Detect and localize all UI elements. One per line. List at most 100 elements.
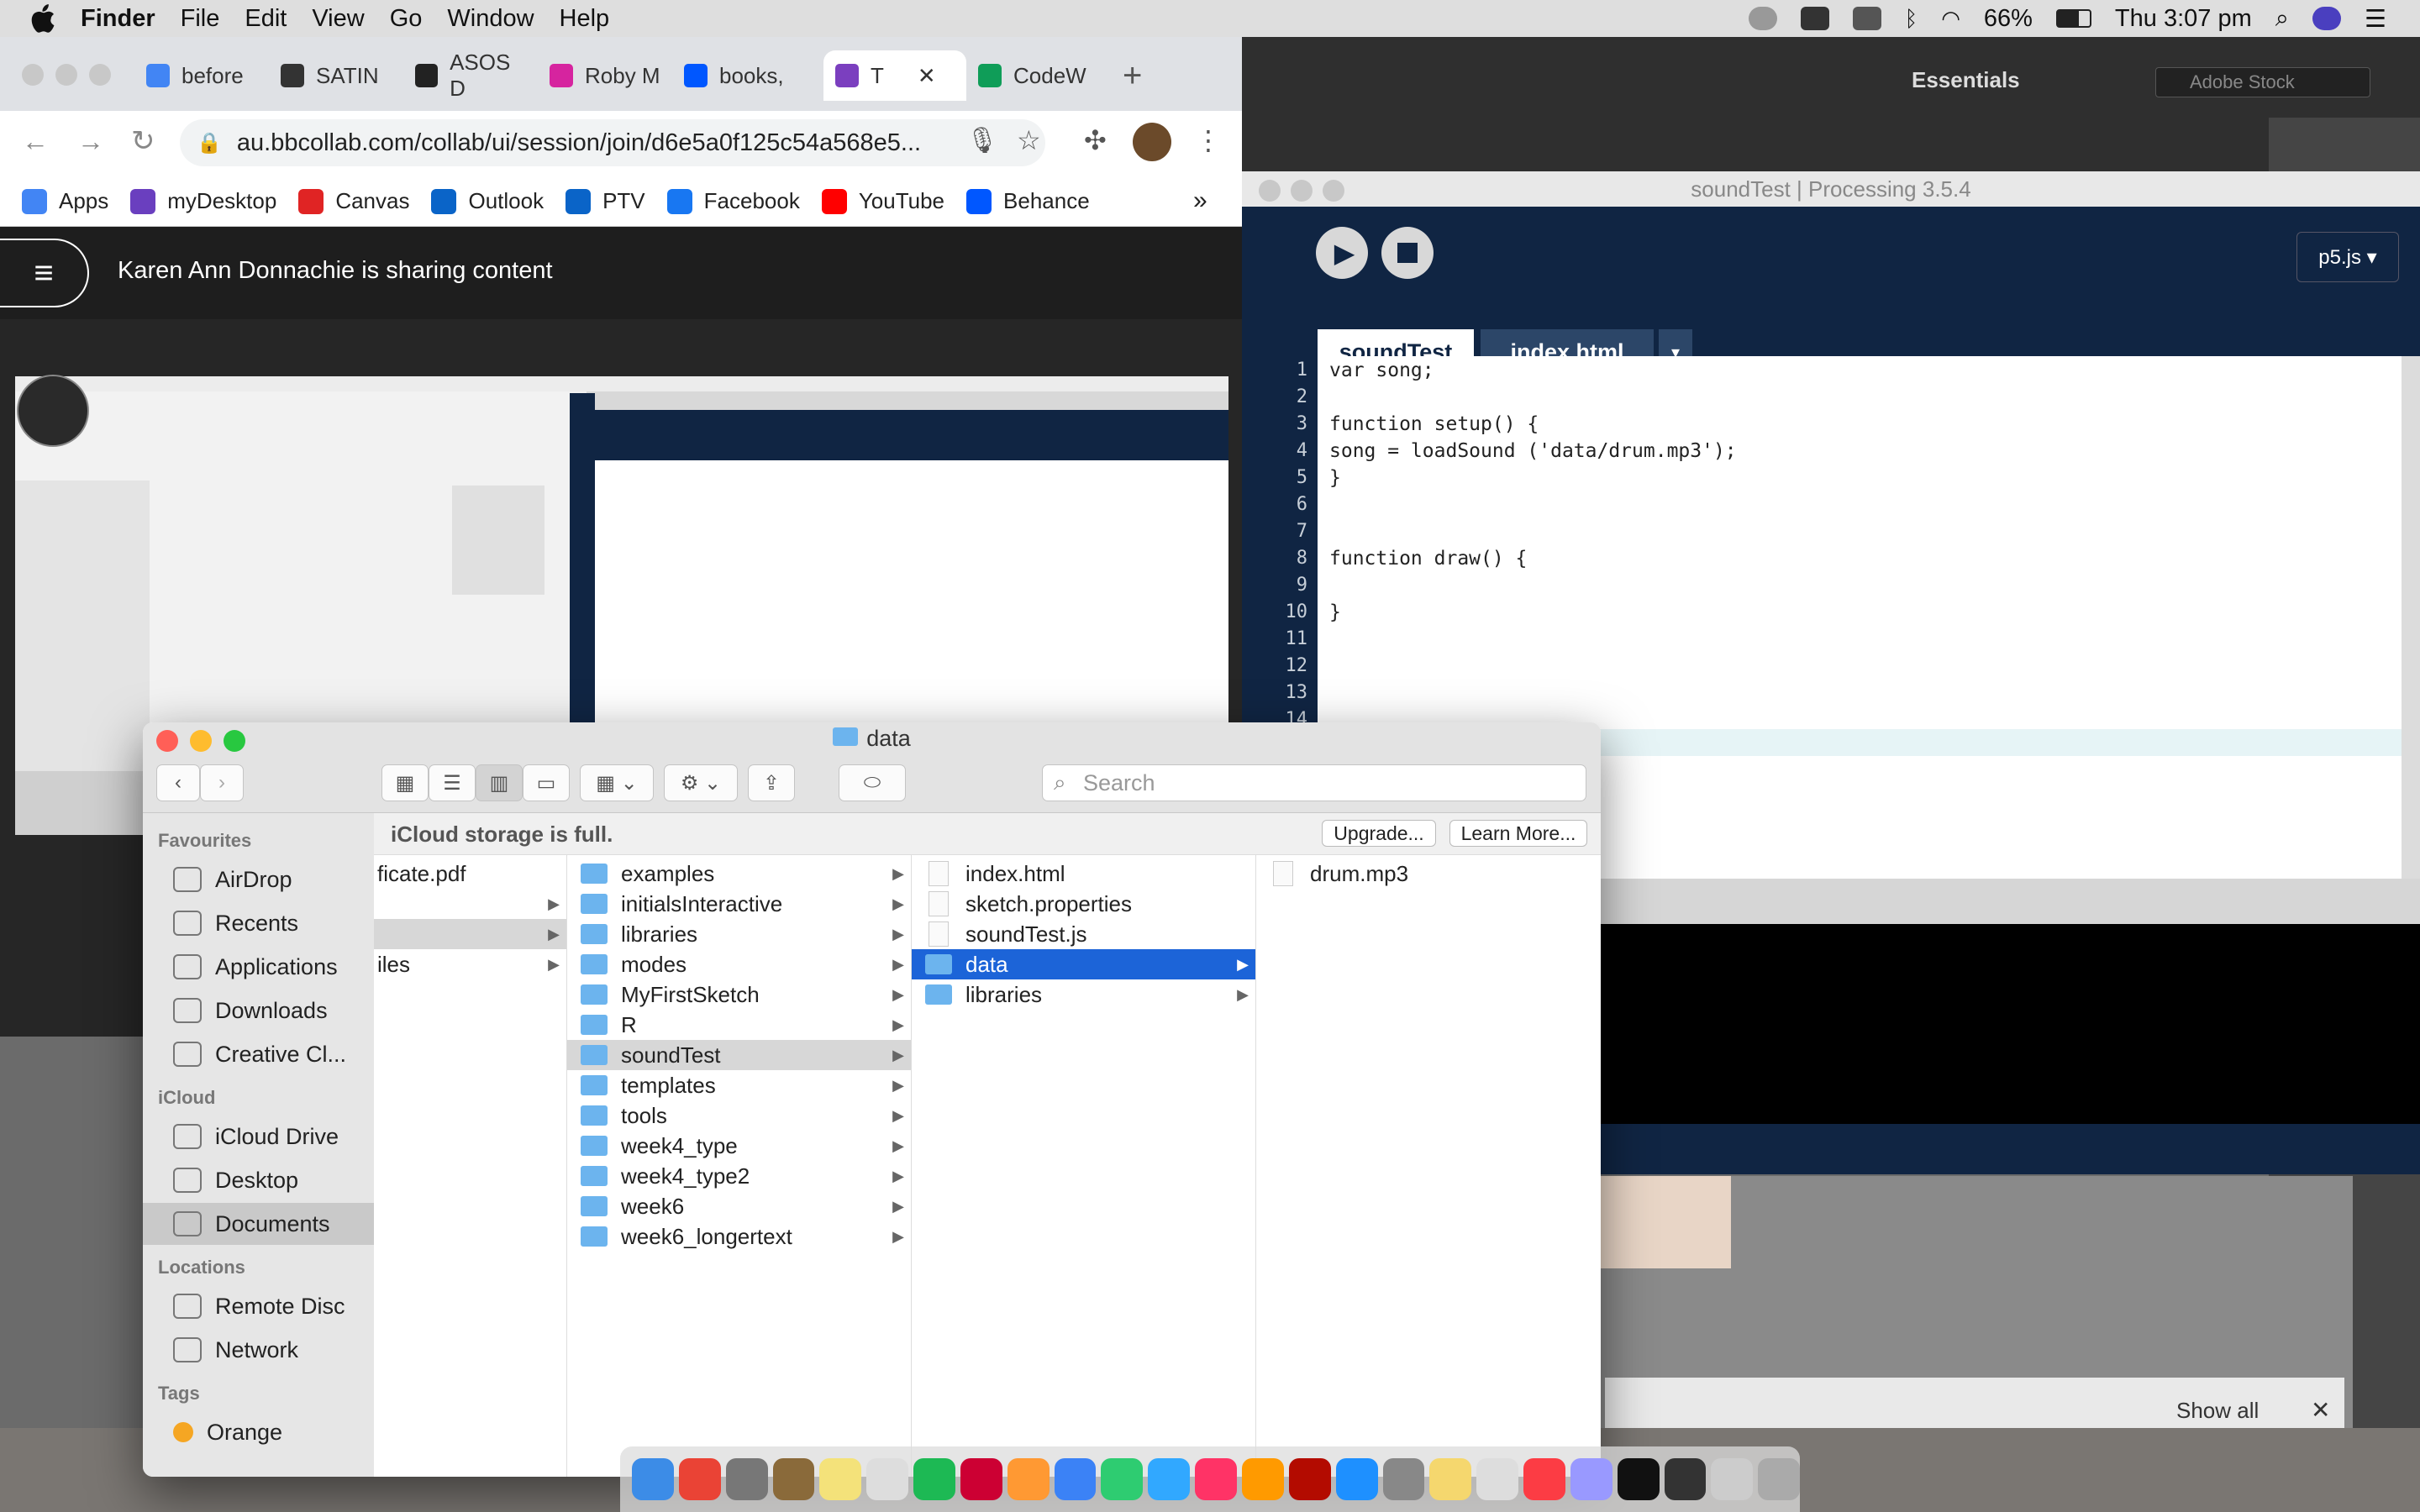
dock-app-icon[interactable] bbox=[725, 1458, 768, 1500]
folder-row[interactable]: examples ▶ bbox=[567, 858, 911, 889]
folder-row[interactable]: tools ▶ bbox=[567, 1100, 911, 1131]
dock-app-icon[interactable] bbox=[1711, 1458, 1754, 1500]
list-view-button[interactable]: ☰ bbox=[429, 764, 476, 801]
battery-icon[interactable] bbox=[2055, 9, 2091, 28]
bluetooth-icon[interactable]: ᛒ bbox=[1905, 6, 1918, 32]
tab-5[interactable]: T ✕ bbox=[823, 50, 966, 101]
apple-icon[interactable] bbox=[30, 4, 55, 33]
bookmark-item[interactable]: PTV bbox=[566, 188, 645, 214]
dock-app-icon[interactable] bbox=[1758, 1458, 1801, 1500]
tab-6[interactable]: CodeW bbox=[966, 50, 1092, 101]
forward-icon[interactable]: → bbox=[77, 126, 104, 157]
new-tab-button[interactable]: + bbox=[1123, 57, 1142, 95]
folder-row[interactable]: R ▶ bbox=[567, 1010, 911, 1040]
folder-row[interactable]: soundTest ▶ bbox=[567, 1040, 911, 1070]
sidebar-item[interactable]: iCloud Drive bbox=[143, 1116, 374, 1158]
menu-view[interactable]: View bbox=[312, 5, 364, 33]
folder-row[interactable]: MyFirstSketch ▶ bbox=[567, 979, 911, 1010]
run-button[interactable]: ▶ bbox=[1316, 227, 1368, 279]
sidebar-item[interactable]: Downloads bbox=[143, 990, 374, 1032]
tag-icon[interactable]: ⬭ bbox=[839, 764, 906, 801]
dock-app-icon[interactable] bbox=[772, 1458, 815, 1500]
file-row[interactable]: ▶ bbox=[374, 919, 566, 949]
folder-row[interactable]: libraries ▶ bbox=[567, 919, 911, 949]
sidebar-item[interactable]: Orange bbox=[143, 1411, 374, 1453]
folder-row[interactable]: week4_type2 ▶ bbox=[567, 1161, 911, 1191]
tab-4[interactable]: books, bbox=[672, 50, 798, 101]
forward-button[interactable]: › bbox=[200, 764, 244, 801]
dock-app-icon[interactable] bbox=[1570, 1458, 1612, 1500]
dock-app-icon[interactable] bbox=[1429, 1458, 1472, 1500]
dock-app-icon[interactable] bbox=[913, 1458, 955, 1500]
minimize-window-button[interactable] bbox=[55, 64, 77, 86]
battery-percent[interactable]: 66% bbox=[1984, 5, 2033, 33]
tab-1[interactable]: SATIN bbox=[269, 50, 395, 101]
back-button[interactable]: ‹ bbox=[156, 764, 200, 801]
folder-row[interactable]: week4_type ▶ bbox=[567, 1131, 911, 1161]
dock-app-icon[interactable] bbox=[678, 1458, 721, 1500]
proc-close-button[interactable] bbox=[1259, 180, 1281, 202]
sidebar-item[interactable]: Desktop bbox=[143, 1159, 374, 1201]
file-row[interactable]: soundTest.js bbox=[912, 919, 1255, 949]
tab-0[interactable]: before bbox=[134, 50, 260, 101]
extensions-icon[interactable]: ✣ bbox=[1084, 124, 1107, 156]
proc-minimize-button[interactable] bbox=[1291, 180, 1313, 202]
folder-row[interactable]: data ▶ bbox=[912, 949, 1255, 979]
sidebar-item[interactable]: Network bbox=[143, 1329, 374, 1371]
tab-3[interactable]: Roby M bbox=[538, 50, 664, 101]
airplay-icon[interactable] bbox=[1852, 7, 1881, 30]
dock-app-icon[interactable] bbox=[1382, 1458, 1425, 1500]
zoom-window-button[interactable] bbox=[89, 64, 111, 86]
group-button[interactable]: ▦ ⌄ bbox=[580, 764, 654, 801]
stop-button[interactable] bbox=[1381, 227, 1434, 279]
close-tab-icon[interactable]: ✕ bbox=[918, 63, 936, 89]
url-input[interactable]: 🔒 au.bbcollab.com/collab/ui/session/join… bbox=[180, 119, 1045, 166]
menu-help[interactable]: Help bbox=[560, 5, 610, 33]
file-row[interactable]: index.html bbox=[912, 858, 1255, 889]
file-row[interactable]: sketch.properties bbox=[912, 889, 1255, 919]
search-input[interactable]: Search bbox=[1042, 764, 1586, 801]
dock-app-icon[interactable] bbox=[1101, 1458, 1144, 1500]
bookmark-star-icon[interactable]: ☆ bbox=[1017, 124, 1041, 156]
close-icon[interactable]: ✕ bbox=[2311, 1396, 2330, 1424]
menu-edit[interactable]: Edit bbox=[245, 5, 287, 33]
mode-selector[interactable]: p5.js ▾ bbox=[2296, 232, 2399, 282]
folder-row[interactable]: week6_longertext ▶ bbox=[567, 1221, 911, 1252]
file-row[interactable]: ▶ bbox=[374, 889, 566, 919]
cloud-icon[interactable] bbox=[1800, 7, 1829, 30]
folder-row[interactable]: initialsInteractive ▶ bbox=[567, 889, 911, 919]
dock-app-icon[interactable] bbox=[1148, 1458, 1191, 1500]
dock-app-icon[interactable] bbox=[1476, 1458, 1519, 1500]
dock-app-icon[interactable] bbox=[1523, 1458, 1565, 1500]
microphone-icon[interactable]: 🎙 bbox=[966, 126, 998, 155]
avatar[interactable] bbox=[1133, 123, 1171, 161]
dock-app-icon[interactable] bbox=[960, 1458, 1002, 1500]
more-menu-icon[interactable]: ⋮ bbox=[1195, 124, 1222, 156]
clock[interactable]: Thu 3:07 pm bbox=[2115, 5, 2252, 33]
wifi-icon[interactable]: ◠ bbox=[1941, 6, 1960, 32]
icon-view-button[interactable]: ▦ bbox=[381, 764, 429, 801]
back-icon[interactable]: ← bbox=[22, 126, 49, 157]
workspace-switcher[interactable]: Essentials bbox=[1912, 67, 2020, 93]
folder-row[interactable]: libraries ▶ bbox=[912, 979, 1255, 1010]
sidebar-item[interactable]: Applications bbox=[143, 946, 374, 988]
folder-row[interactable]: modes ▶ bbox=[567, 949, 911, 979]
dock-app-icon[interactable] bbox=[1664, 1458, 1707, 1500]
dock-app-icon[interactable] bbox=[632, 1458, 674, 1500]
file-row[interactable]: drum.mp3 bbox=[1256, 858, 1601, 889]
menu-app-name[interactable]: Finder bbox=[81, 5, 155, 33]
sidebar-item[interactable]: Creative Cl... bbox=[143, 1033, 374, 1075]
siri-icon[interactable] bbox=[2312, 7, 2341, 30]
action-gear-icon[interactable]: ⚙ ⌄ bbox=[664, 764, 738, 801]
column-view-button[interactable]: ▥ bbox=[476, 764, 523, 801]
bookmark-item[interactable]: Behance bbox=[966, 188, 1090, 214]
dock-app-icon[interactable] bbox=[1054, 1458, 1097, 1500]
creative-cloud-icon[interactable] bbox=[1748, 7, 1777, 30]
bookmark-item[interactable]: YouTube bbox=[821, 188, 944, 214]
dock-app-icon[interactable] bbox=[1288, 1458, 1331, 1500]
bookmark-item[interactable]: Canvas bbox=[298, 188, 409, 214]
gallery-view-button[interactable]: ▭ bbox=[523, 764, 570, 801]
learn-more-button[interactable]: Learn More... bbox=[1449, 820, 1587, 847]
bookmarks-more[interactable]: » bbox=[1193, 186, 1207, 215]
bookmark-item[interactable]: Outlook bbox=[431, 188, 544, 214]
